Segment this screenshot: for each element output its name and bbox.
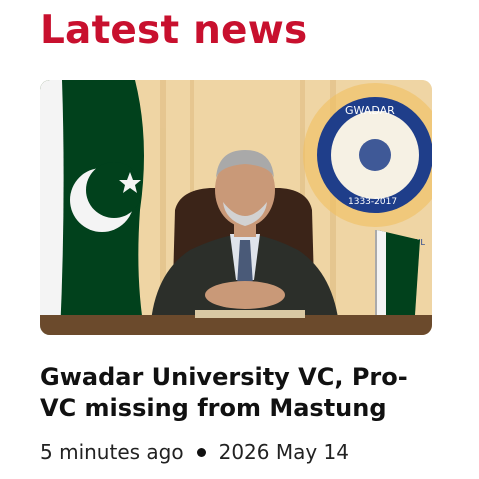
section-title: Latest news	[40, 8, 308, 53]
article-thumbnail[interactable]: GWADAR 1333-2017 KNOWL	[40, 80, 432, 335]
publish-date: 2026 May 14	[218, 440, 350, 464]
separator-dot-icon	[196, 447, 206, 457]
svg-text:1333-2017: 1333-2017	[348, 197, 397, 207]
time-ago: 5 minutes ago	[40, 440, 184, 464]
flag-left	[40, 80, 145, 335]
news-card[interactable]: GWADAR 1333-2017 KNOWL	[40, 80, 432, 335]
svg-text:GWADAR: GWADAR	[345, 104, 395, 117]
news-photo: GWADAR 1333-2017 KNOWL	[40, 80, 432, 335]
article-headline[interactable]: Gwadar University VC, Pro-VC missing fro…	[40, 362, 440, 424]
article-meta: 5 minutes ago 2026 May 14	[40, 440, 349, 464]
